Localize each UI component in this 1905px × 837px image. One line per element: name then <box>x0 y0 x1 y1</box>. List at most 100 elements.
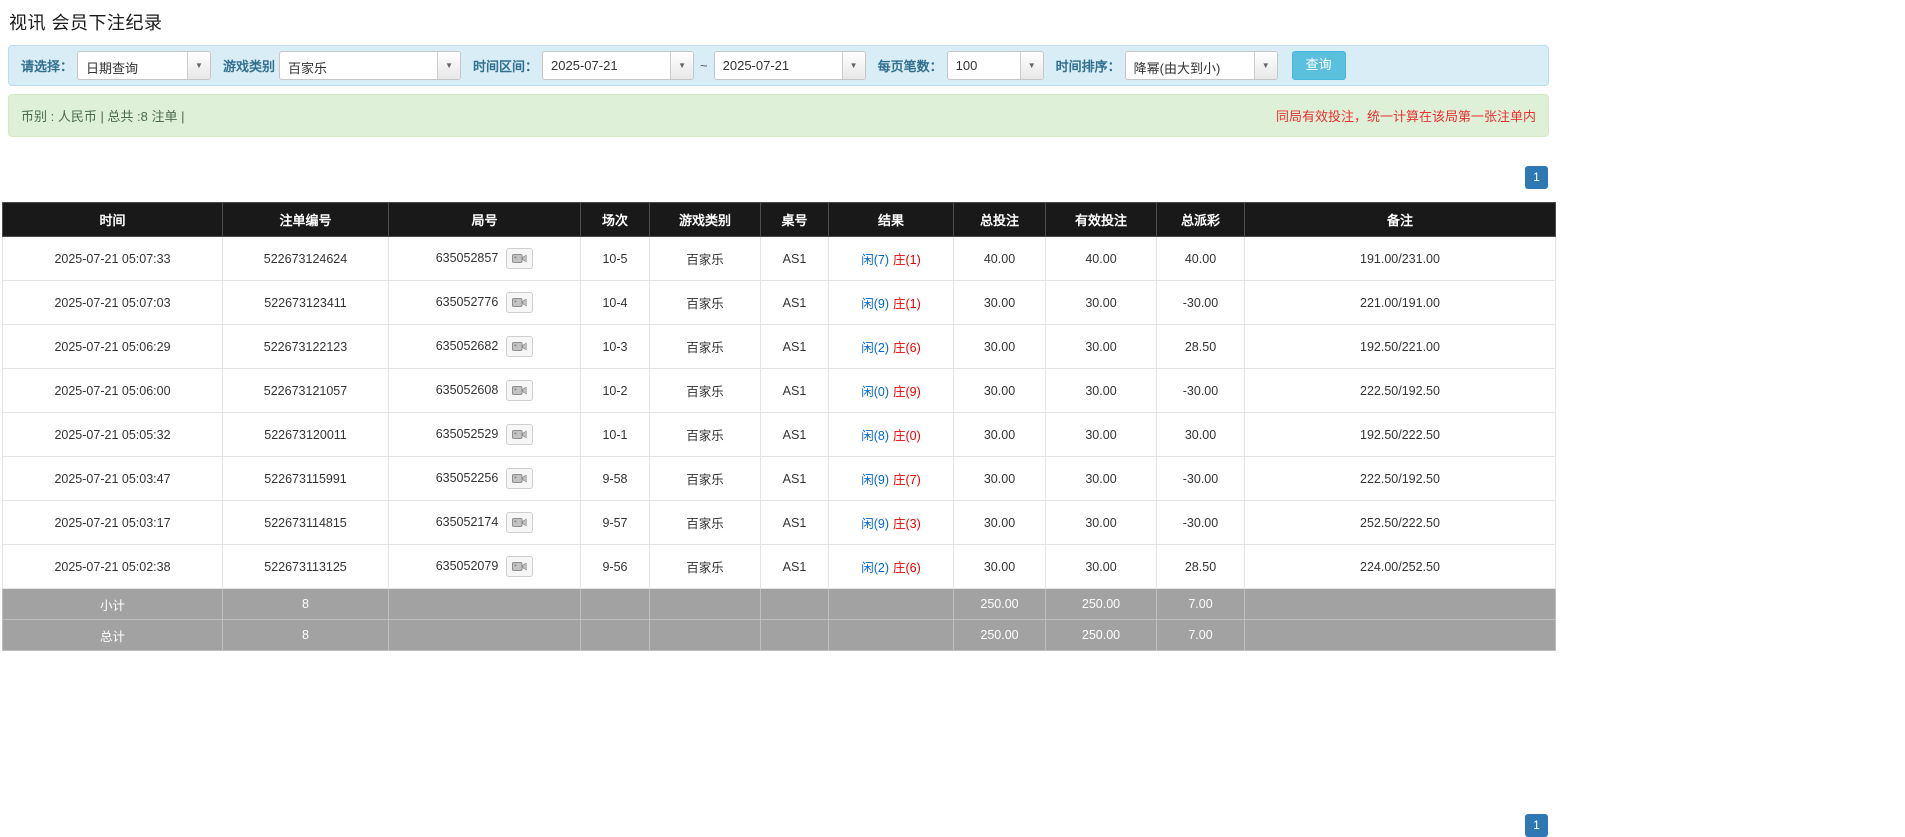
result-player: 闲(8) <box>861 429 889 443</box>
cell-payout: 40.00 <box>1156 236 1245 281</box>
video-camera-icon <box>512 474 527 483</box>
total-payout: 7.00 <box>1156 619 1245 651</box>
cell-total-bet[interactable]: 30.00 <box>953 412 1046 457</box>
chevron-down-icon[interactable]: ▼ <box>1019 52 1043 79</box>
subtotal-label: 小计 <box>2 588 223 620</box>
date-range-label: 时间区间： <box>473 59 539 74</box>
table-row: 2025-07-21 05:03:47 522673115991 6350522… <box>2 456 1556 501</box>
query-type-value: 日期查询 <box>86 61 139 76</box>
cell-total-bet[interactable]: 30.00 <box>953 280 1046 325</box>
round-video-button[interactable] <box>506 248 534 269</box>
result-banker: 庄(6) <box>893 341 921 355</box>
empty-cell <box>649 588 761 620</box>
subtotal-valid-bet: 250.00 <box>1045 588 1157 620</box>
date-from-select[interactable]: 2025-07-21 ▼ <box>542 51 695 80</box>
round-id: 635052608 <box>435 382 499 397</box>
round-video-button[interactable] <box>506 292 534 313</box>
round-video-button[interactable] <box>506 336 534 357</box>
game-type-value: 百家乐 <box>288 61 328 76</box>
cell-table: AS1 <box>760 456 829 501</box>
result-banker: 庄(9) <box>893 385 921 399</box>
round-video-button[interactable] <box>506 424 534 445</box>
cell-total-bet[interactable]: 30.00 <box>953 544 1046 589</box>
cell-total-bet[interactable]: 30.00 <box>953 456 1046 501</box>
table-row: 2025-07-21 05:06:29 522673122123 6350526… <box>2 324 1556 369</box>
cell-remark: 224.00/252.50 <box>1244 544 1556 589</box>
cell-result: 闲(2) 庄(6) <box>828 544 954 589</box>
subtotal-total-bet: 250.00 <box>953 588 1046 620</box>
cell-bet-id: 522673114815 <box>222 500 389 545</box>
query-type-select[interactable]: 日期查询 ▼ <box>77 51 212 80</box>
round-id: 635052529 <box>435 426 499 441</box>
cell-total-bet[interactable]: 30.00 <box>953 324 1046 369</box>
game-type-select[interactable]: 百家乐 ▼ <box>279 51 462 80</box>
chevron-down-icon[interactable]: ▼ <box>841 52 865 79</box>
page-number-button[interactable]: 1 <box>1525 814 1548 837</box>
round-video-button[interactable] <box>506 512 534 533</box>
cell-round: 635052776 <box>388 280 581 325</box>
empty-cell <box>760 619 829 651</box>
empty-cell <box>388 588 581 620</box>
col-bet-id: 注单编号 <box>222 202 389 237</box>
chevron-down-icon[interactable]: ▼ <box>187 52 211 79</box>
table-footer: 小计 8 250.00 250.00 7.00 总计 8 250.00 250.… <box>2 588 1556 651</box>
cell-total-bet[interactable]: 30.00 <box>953 500 1046 545</box>
table-row: 2025-07-21 05:07:33 522673124624 6350528… <box>2 236 1556 281</box>
cell-total-bet[interactable]: 30.00 <box>953 368 1046 413</box>
date-from-value: 2025-07-21 <box>551 58 618 73</box>
page-number-button[interactable]: 1 <box>1525 166 1548 189</box>
cell-result: 闲(9) 庄(3) <box>828 500 954 545</box>
round-id: 635052776 <box>435 294 499 309</box>
cell-valid-bet: 30.00 <box>1045 456 1157 501</box>
chevron-down-icon[interactable]: ▼ <box>670 52 694 79</box>
cell-round: 635052682 <box>388 324 581 369</box>
round-video-button[interactable] <box>506 380 534 401</box>
empty-cell <box>388 619 581 651</box>
cell-valid-bet: 40.00 <box>1045 236 1157 281</box>
date-to-value: 2025-07-21 <box>722 58 790 73</box>
cell-time: 2025-07-21 05:03:47 <box>2 456 223 501</box>
round-id: 635052682 <box>435 338 499 353</box>
col-table: 桌号 <box>760 202 829 237</box>
chevron-down-icon[interactable]: ▼ <box>437 52 461 79</box>
empty-cell <box>649 619 761 651</box>
empty-cell <box>1244 619 1556 651</box>
pagination-top: 1 <box>0 166 1557 189</box>
notice-text: 同局有效投注，统一计算在该局第一张注单内 <box>1275 109 1536 124</box>
round-video-button[interactable] <box>506 556 534 577</box>
sort-select[interactable]: 降幂(由大到小) ▼ <box>1124 51 1278 80</box>
cell-valid-bet: 30.00 <box>1045 500 1157 545</box>
cell-total-bet[interactable]: 40.00 <box>953 236 1046 281</box>
col-session: 场次 <box>580 202 650 237</box>
cell-valid-bet: 30.00 <box>1045 412 1157 457</box>
total-label: 总计 <box>2 619 223 651</box>
cell-session: 9-57 <box>580 500 650 545</box>
total-total-bet: 250.00 <box>953 619 1046 651</box>
cell-remark: 192.50/221.00 <box>1244 324 1556 369</box>
round-video-button[interactable] <box>506 468 534 489</box>
cell-game: 百家乐 <box>649 544 761 589</box>
cell-result: 闲(9) 庄(7) <box>828 456 954 501</box>
page-size-select[interactable]: 100 ▼ <box>946 51 1044 80</box>
col-total-bet: 总投注 <box>953 202 1046 237</box>
page-container: 视讯 会员下注纪录 请选择： 日期查询 ▼ 游戏类别 百家乐 ▼ 时间区间： 2… <box>0 0 1557 837</box>
bet-records-table: 时间 注单编号 局号 场次 游戏类别 桌号 结果 总投注 有效投注 总派彩 备注… <box>2 202 1556 651</box>
cell-game: 百家乐 <box>649 456 761 501</box>
search-button[interactable]: 查询 <box>1291 51 1346 80</box>
round-id: 635052857 <box>435 250 499 265</box>
chevron-down-icon[interactable]: ▼ <box>1253 52 1277 79</box>
video-camera-icon <box>512 298 527 307</box>
result-player: 闲(7) <box>861 253 889 267</box>
date-to-select[interactable]: 2025-07-21 ▼ <box>713 51 866 80</box>
cell-time: 2025-07-21 05:05:32 <box>2 412 223 457</box>
game-type-label: 游戏类别 <box>223 59 276 74</box>
col-game: 游戏类别 <box>649 202 761 237</box>
col-time: 时间 <box>2 202 223 237</box>
cell-time: 2025-07-21 05:06:00 <box>2 368 223 413</box>
cell-table: AS1 <box>760 412 829 457</box>
cell-game: 百家乐 <box>649 500 761 545</box>
cell-valid-bet: 30.00 <box>1045 280 1157 325</box>
result-banker: 庄(1) <box>893 297 921 311</box>
col-result: 结果 <box>828 202 954 237</box>
cell-table: AS1 <box>760 280 829 325</box>
